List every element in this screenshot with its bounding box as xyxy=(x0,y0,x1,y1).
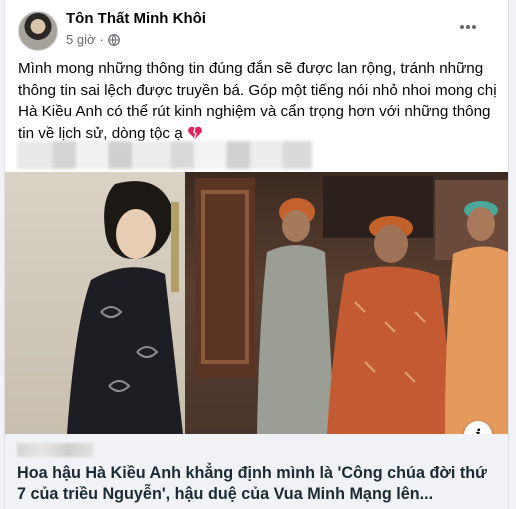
link-preview-image[interactable] xyxy=(5,172,508,434)
post-header: Tôn Thất Minh Khôi 5 giờ · xyxy=(5,0,508,52)
more-dots-icon xyxy=(460,25,476,29)
globe-icon[interactable] xyxy=(107,33,120,46)
post-meta: 5 giờ · xyxy=(66,32,120,47)
author-name[interactable]: Tôn Thất Minh Khôi xyxy=(66,10,206,27)
post-timestamp[interactable]: 5 giờ xyxy=(66,32,96,47)
author-avatar[interactable] xyxy=(18,11,58,51)
post-body: Mình mong những thông tin đúng đắn sẽ đư… xyxy=(18,58,500,144)
post-text: Mình mong những thông tin đúng đắn sẽ đư… xyxy=(18,60,497,142)
blurred-domain xyxy=(17,443,93,457)
post-card: Tôn Thất Minh Khôi 5 giờ · Mình mong nhữ… xyxy=(4,0,509,509)
separator-dot: · xyxy=(99,32,104,47)
link-preview-box[interactable]: Hoa hậu Hà Kiều Anh khẳng định mình là '… xyxy=(5,434,508,509)
photo-illustration xyxy=(67,176,508,434)
broken-heart-icon xyxy=(187,126,202,139)
link-title[interactable]: Hoa hậu Hà Kiều Anh khẳng định mình là '… xyxy=(17,463,497,505)
more-options-button[interactable] xyxy=(454,13,482,41)
blurred-caption xyxy=(17,141,312,169)
